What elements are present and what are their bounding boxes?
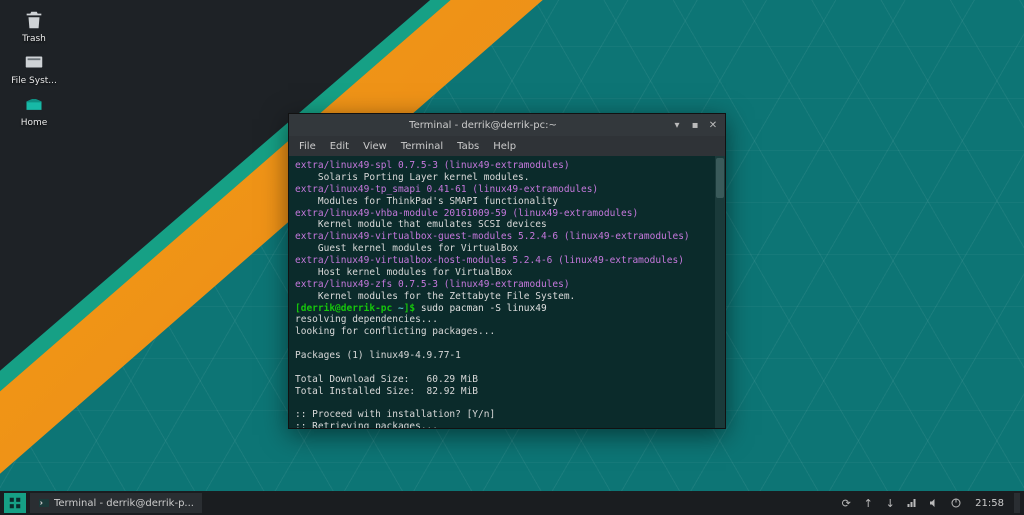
maximize-button[interactable]: ▪ — [689, 119, 701, 131]
updates-icon[interactable]: ⟳ — [839, 496, 853, 510]
terminal-line: :: Retrieving packages... — [295, 421, 719, 428]
terminal-line: extra/linux49-spl 0.7.5-3 (linux49-extra… — [295, 160, 719, 172]
terminal-line: Kernel module that emulates SCSI devices — [295, 219, 719, 231]
titlebar[interactable]: Terminal - derrik@derrik-pc:~ ▾ ▪ ✕ — [289, 114, 725, 136]
taskbar-button-label: Terminal - derrik@derrik-p... — [54, 498, 194, 509]
minimize-button[interactable]: ▾ — [671, 119, 683, 131]
volume-icon[interactable] — [927, 496, 941, 510]
desktop-icon-filesystem[interactable]: File Syst... — [8, 50, 60, 86]
window-buttons: ▾ ▪ ✕ — [671, 119, 719, 131]
scrollbar-thumb[interactable] — [716, 158, 724, 198]
menu-terminal[interactable]: Terminal — [395, 139, 449, 154]
power-icon[interactable] — [949, 496, 963, 510]
taskbar-button-terminal[interactable]: Terminal - derrik@derrik-p... — [30, 493, 202, 513]
terminal-icon — [38, 497, 50, 509]
terminal-line: Guest kernel modules for VirtualBox — [295, 243, 719, 255]
show-desktop-button[interactable] — [1014, 493, 1020, 513]
system-tray: ⟳ ↑ ↓ — [833, 496, 969, 510]
terminal-window[interactable]: Terminal - derrik@derrik-pc:~ ▾ ▪ ✕ File… — [288, 113, 726, 429]
terminal-line: Kernel modules for the Zettabyte File Sy… — [295, 291, 719, 303]
desktop: Trash File Syst... Home Terminal - derri… — [0, 0, 1024, 515]
desktop-icon-label: Home — [8, 118, 60, 128]
window-title: Terminal - derrik@derrik-pc:~ — [295, 120, 671, 131]
terminal-line: :: Proceed with installation? [Y/n] — [295, 409, 719, 421]
terminal-line — [295, 362, 719, 374]
terminal-line: looking for conflicting packages... — [295, 326, 719, 338]
menu-file[interactable]: File — [293, 139, 322, 154]
menubar: File Edit View Terminal Tabs Help — [289, 136, 725, 156]
network-icon[interactable] — [905, 496, 919, 510]
menu-edit[interactable]: Edit — [324, 139, 355, 154]
terminal-line — [295, 338, 719, 350]
desktop-icon-label: Trash — [8, 34, 60, 44]
down-arrow-icon[interactable]: ↓ — [883, 496, 897, 510]
terminal-line: Packages (1) linux49-4.9.77-1 — [295, 350, 719, 362]
home-icon — [20, 92, 48, 116]
trash-icon — [20, 8, 48, 32]
terminal-line — [295, 398, 719, 410]
app-menu-button[interactable] — [4, 493, 26, 513]
desktop-icon-label: File Syst... — [8, 76, 60, 86]
panel: Terminal - derrik@derrik-p... ⟳ ↑ ↓ 21:5… — [0, 491, 1024, 515]
menu-tabs[interactable]: Tabs — [451, 139, 485, 154]
filesystem-icon — [20, 50, 48, 74]
menu-help[interactable]: Help — [487, 139, 522, 154]
desktop-icon-home[interactable]: Home — [8, 92, 60, 128]
terminal-prompt-line: [derrik@derrik-pc ~]$ sudo pacman -S lin… — [295, 303, 719, 315]
terminal-line: extra/linux49-virtualbox-host-modules 5.… — [295, 255, 719, 267]
terminal-line: extra/linux49-virtualbox-guest-modules 5… — [295, 231, 719, 243]
terminal-line: Host kernel modules for VirtualBox — [295, 267, 719, 279]
terminal-line: Total Installed Size: 82.92 MiB — [295, 386, 719, 398]
panel-clock[interactable]: 21:58 — [969, 498, 1010, 509]
terminal-line: Modules for ThinkPad's SMAPI functionali… — [295, 196, 719, 208]
scrollbar[interactable] — [715, 156, 725, 428]
desktop-icon-trash[interactable]: Trash — [8, 8, 60, 44]
terminal-output[interactable]: extra/linux49-spl 0.7.5-3 (linux49-extra… — [289, 156, 725, 428]
up-arrow-icon[interactable]: ↑ — [861, 496, 875, 510]
terminal-line: extra/linux49-zfs 0.7.5-3 (linux49-extra… — [295, 279, 719, 291]
terminal-line: Solaris Porting Layer kernel modules. — [295, 172, 719, 184]
close-button[interactable]: ✕ — [707, 119, 719, 131]
desktop-icons: Trash File Syst... Home — [8, 8, 60, 128]
menu-view[interactable]: View — [357, 139, 393, 154]
terminal-line: Total Download Size: 60.29 MiB — [295, 374, 719, 386]
terminal-line: resolving dependencies... — [295, 314, 719, 326]
terminal-line: extra/linux49-vhba-module 20161009-59 (l… — [295, 208, 719, 220]
terminal-line: extra/linux49-tp_smapi 0.41-61 (linux49-… — [295, 184, 719, 196]
